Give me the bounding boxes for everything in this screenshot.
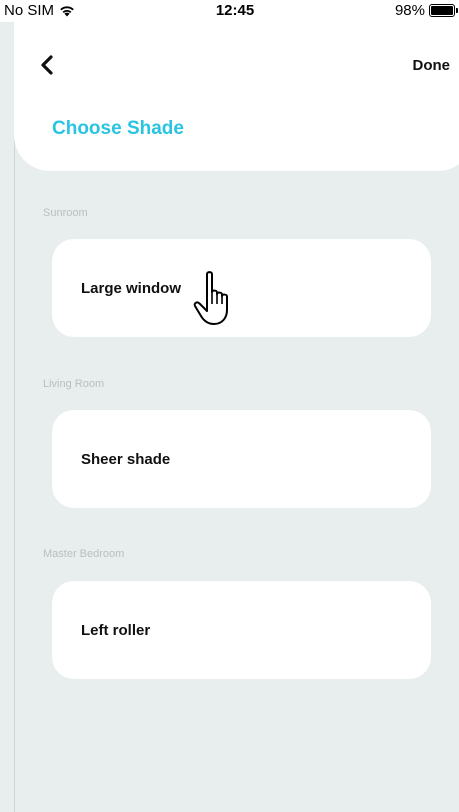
hand-pointer-icon <box>193 271 228 325</box>
section-label-sunroom: Sunroom <box>43 207 88 219</box>
battery-percent: 98% <box>394 2 425 19</box>
shade-label: Large window <box>81 280 182 297</box>
chevron-left-icon <box>41 55 53 75</box>
section-label-living-room: Living Room <box>43 378 105 390</box>
shade-label: Sheer shade <box>81 451 171 468</box>
status-right: 98% <box>394 2 458 19</box>
back-button[interactable] <box>36 52 58 78</box>
shade-card-sheer-shade[interactable]: Sheer shade <box>52 410 431 508</box>
battery-icon <box>429 4 458 17</box>
status-time: 12:45 <box>215 2 255 19</box>
page-title: Choose Shade <box>52 118 184 139</box>
done-button[interactable]: Done <box>413 57 451 74</box>
status-left: No SIM <box>4 2 76 19</box>
shade-card-left-roller[interactable]: Left roller <box>52 581 431 679</box>
shade-label: Left roller <box>81 622 151 639</box>
section-label-master-bedroom: Master Bedroom <box>43 548 125 560</box>
app-screen: No SIM 12:45 98% Done Choose Shade Sunro… <box>0 0 459 812</box>
wifi-icon <box>60 6 74 17</box>
battery-fill <box>431 6 453 15</box>
battery-tip <box>456 8 458 13</box>
shade-card-large-window[interactable]: Large window <box>52 239 431 337</box>
status-bar: No SIM 12:45 98% <box>0 0 459 22</box>
header-panel <box>14 22 459 171</box>
carrier-label: No SIM <box>4 2 55 19</box>
